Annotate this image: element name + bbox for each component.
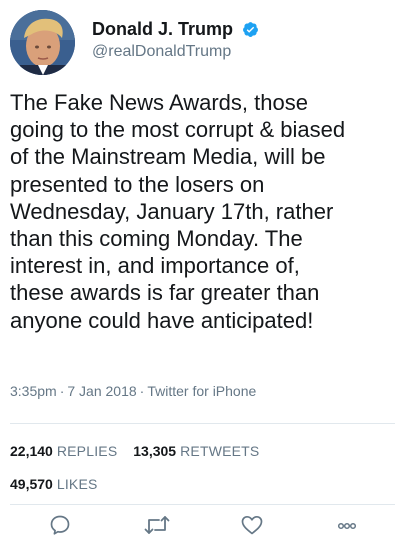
more-icon <box>337 522 357 530</box>
tweet-header: Donald J. Trump @realDonaldTrump <box>10 10 390 76</box>
tweet-time[interactable]: 3:35pm <box>10 383 57 399</box>
reply-button[interactable] <box>48 513 76 541</box>
meta-separator: · <box>139 383 145 399</box>
more-button[interactable] <box>335 513 363 541</box>
divider <box>10 504 395 505</box>
replies-count: 22,140 <box>10 443 53 459</box>
retweets-stat[interactable]: 13,305 RETWEETS <box>133 443 259 459</box>
likes-stat[interactable]: 49,570 LIKES <box>10 476 98 492</box>
display-name[interactable]: Donald J. Trump <box>92 18 233 40</box>
likes-count: 49,570 <box>10 476 53 492</box>
retweet-icon <box>144 516 170 534</box>
avatar-image <box>10 10 75 75</box>
avatar[interactable] <box>10 10 75 75</box>
reply-icon <box>50 515 70 535</box>
tweet-text: The Fake News Awards, those going to the… <box>10 90 346 333</box>
retweet-button[interactable] <box>144 513 172 541</box>
tweet-meta: 3:35pm · 7 Jan 2018 · Twitter for iPhone <box>10 383 256 399</box>
like-button[interactable] <box>240 513 268 541</box>
tweet-date[interactable]: 7 Jan 2018 <box>67 383 136 399</box>
replies-label: REPLIES <box>56 443 118 459</box>
tweet-source[interactable]: Twitter for iPhone <box>147 383 256 399</box>
retweets-count: 13,305 <box>133 443 177 459</box>
meta-separator: · <box>59 383 65 399</box>
likes-label: LIKES <box>56 476 98 492</box>
engagement-stats: 22,140 REPLIES 13,305 RETWEETS <box>10 442 259 460</box>
user-handle[interactable]: @realDonaldTrump <box>92 41 259 63</box>
divider <box>10 423 395 424</box>
tweet-actions <box>10 513 395 543</box>
replies-stat[interactable]: 22,140 REPLIES <box>10 443 121 459</box>
author-info: Donald J. Trump @realDonaldTrump <box>92 18 259 63</box>
verified-badge-icon <box>242 21 259 38</box>
retweets-label: RETWEETS <box>180 443 260 459</box>
likes-stats: 49,570 LIKES <box>10 475 98 493</box>
heart-icon <box>241 515 263 535</box>
